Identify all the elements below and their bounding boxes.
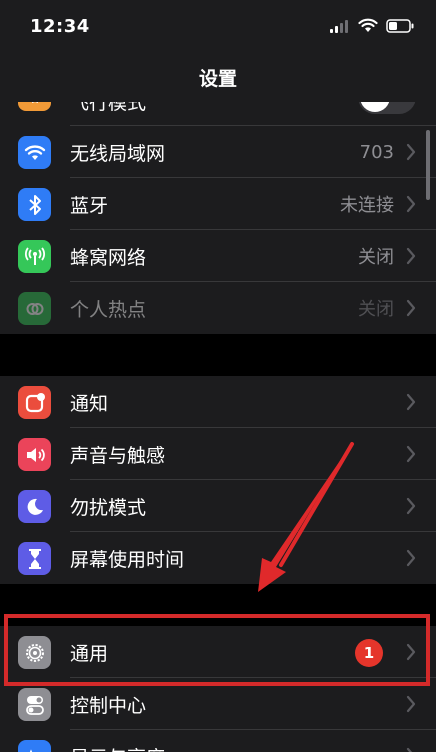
annotation-arrow-icon bbox=[258, 442, 354, 592]
